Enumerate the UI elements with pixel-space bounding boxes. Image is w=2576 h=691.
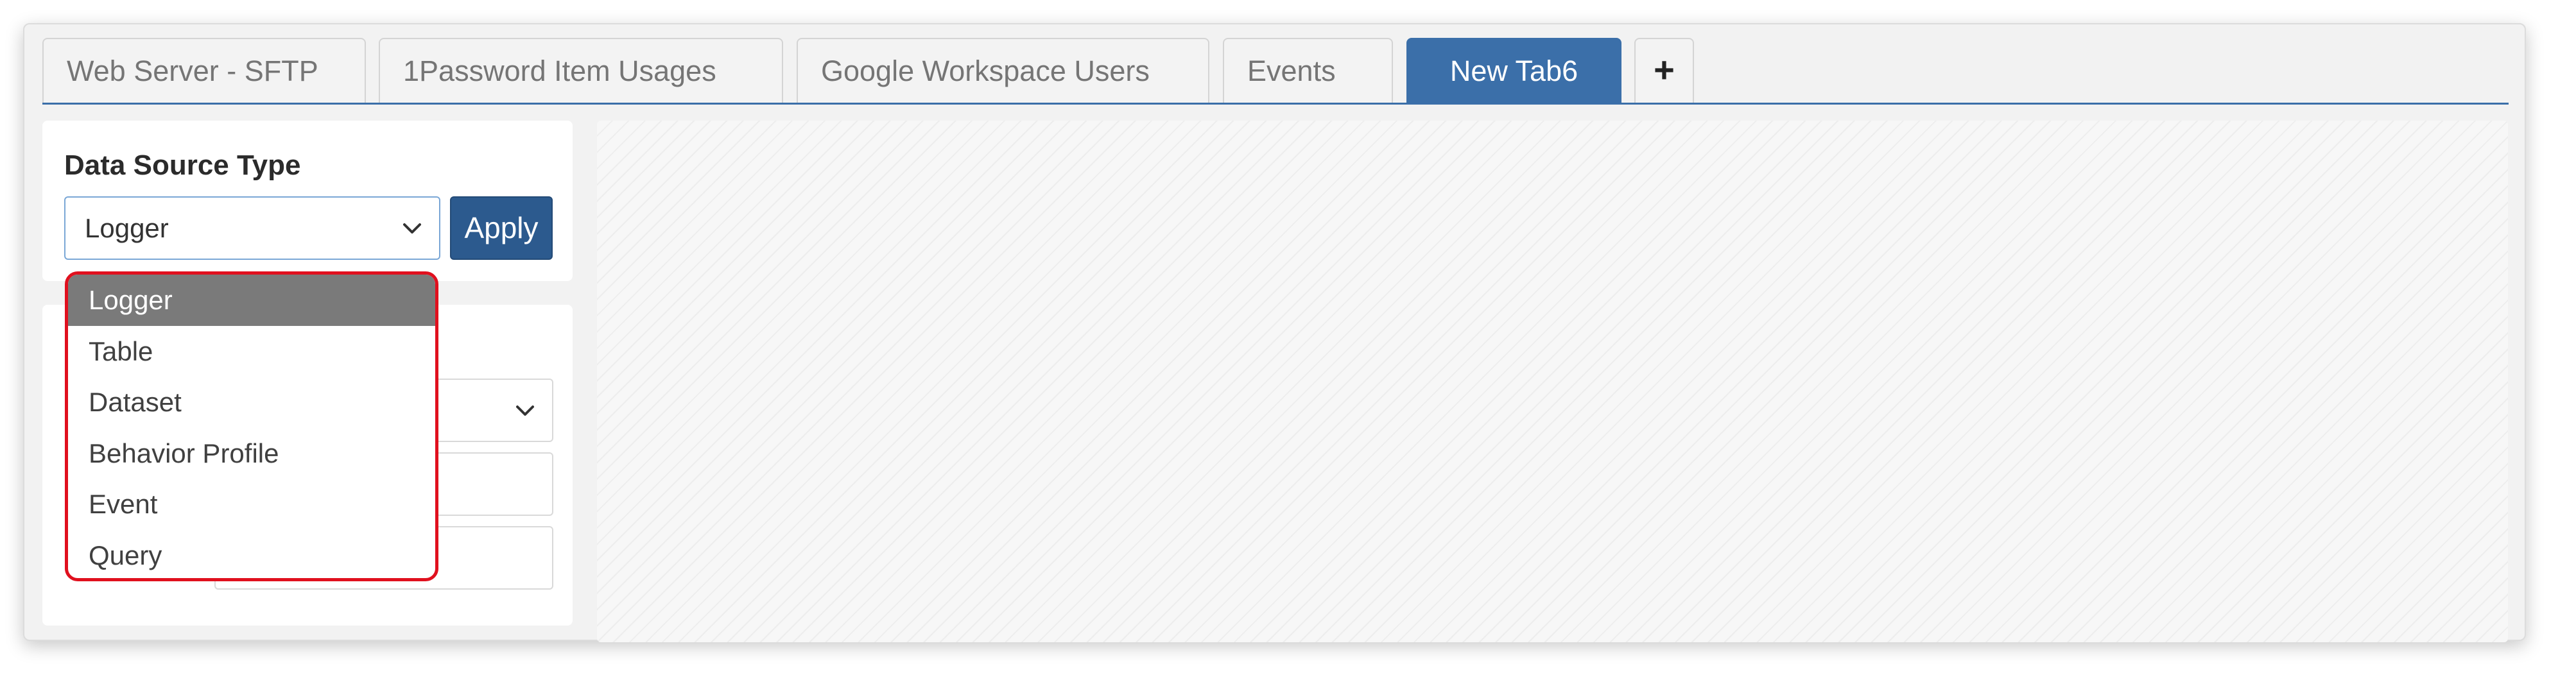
option-table[interactable]: Table: [68, 326, 435, 377]
option-query[interactable]: Query: [68, 530, 435, 579]
data-source-dropdown: Logger Table Dataset Behavior Profile Ev…: [65, 271, 438, 581]
option-logger[interactable]: Logger: [68, 275, 435, 326]
option-behavior-profile[interactable]: Behavior Profile: [68, 428, 435, 479]
add-tab-button[interactable]: +: [1634, 38, 1694, 103]
data-source-type-label: Data Source Type: [64, 149, 301, 181]
data-source-select-value: Logger: [85, 213, 169, 243]
tab-events[interactable]: Events: [1223, 38, 1393, 103]
tab-new-tab6[interactable]: New Tab6: [1406, 38, 1621, 103]
plus-icon: +: [1654, 49, 1675, 90]
tab-web-server-sftp[interactable]: Web Server - SFTP: [42, 38, 366, 103]
apply-button[interactable]: Apply: [450, 196, 553, 260]
tabbed-panel: Web Server - SFTP 1Password Item Usages …: [23, 23, 2526, 642]
chevron-down-icon: [403, 223, 421, 234]
tab-google-workspace-users[interactable]: Google Workspace Users: [797, 38, 1209, 103]
chevron-down-icon: [516, 405, 534, 416]
data-source-select[interactable]: Logger: [64, 196, 440, 260]
tab-divider: [42, 103, 2509, 105]
option-event[interactable]: Event: [68, 479, 435, 530]
tab-1password-item-usages[interactable]: 1Password Item Usages: [379, 38, 783, 103]
option-dataset[interactable]: Dataset: [68, 377, 435, 428]
content-canvas: [597, 121, 2508, 642]
